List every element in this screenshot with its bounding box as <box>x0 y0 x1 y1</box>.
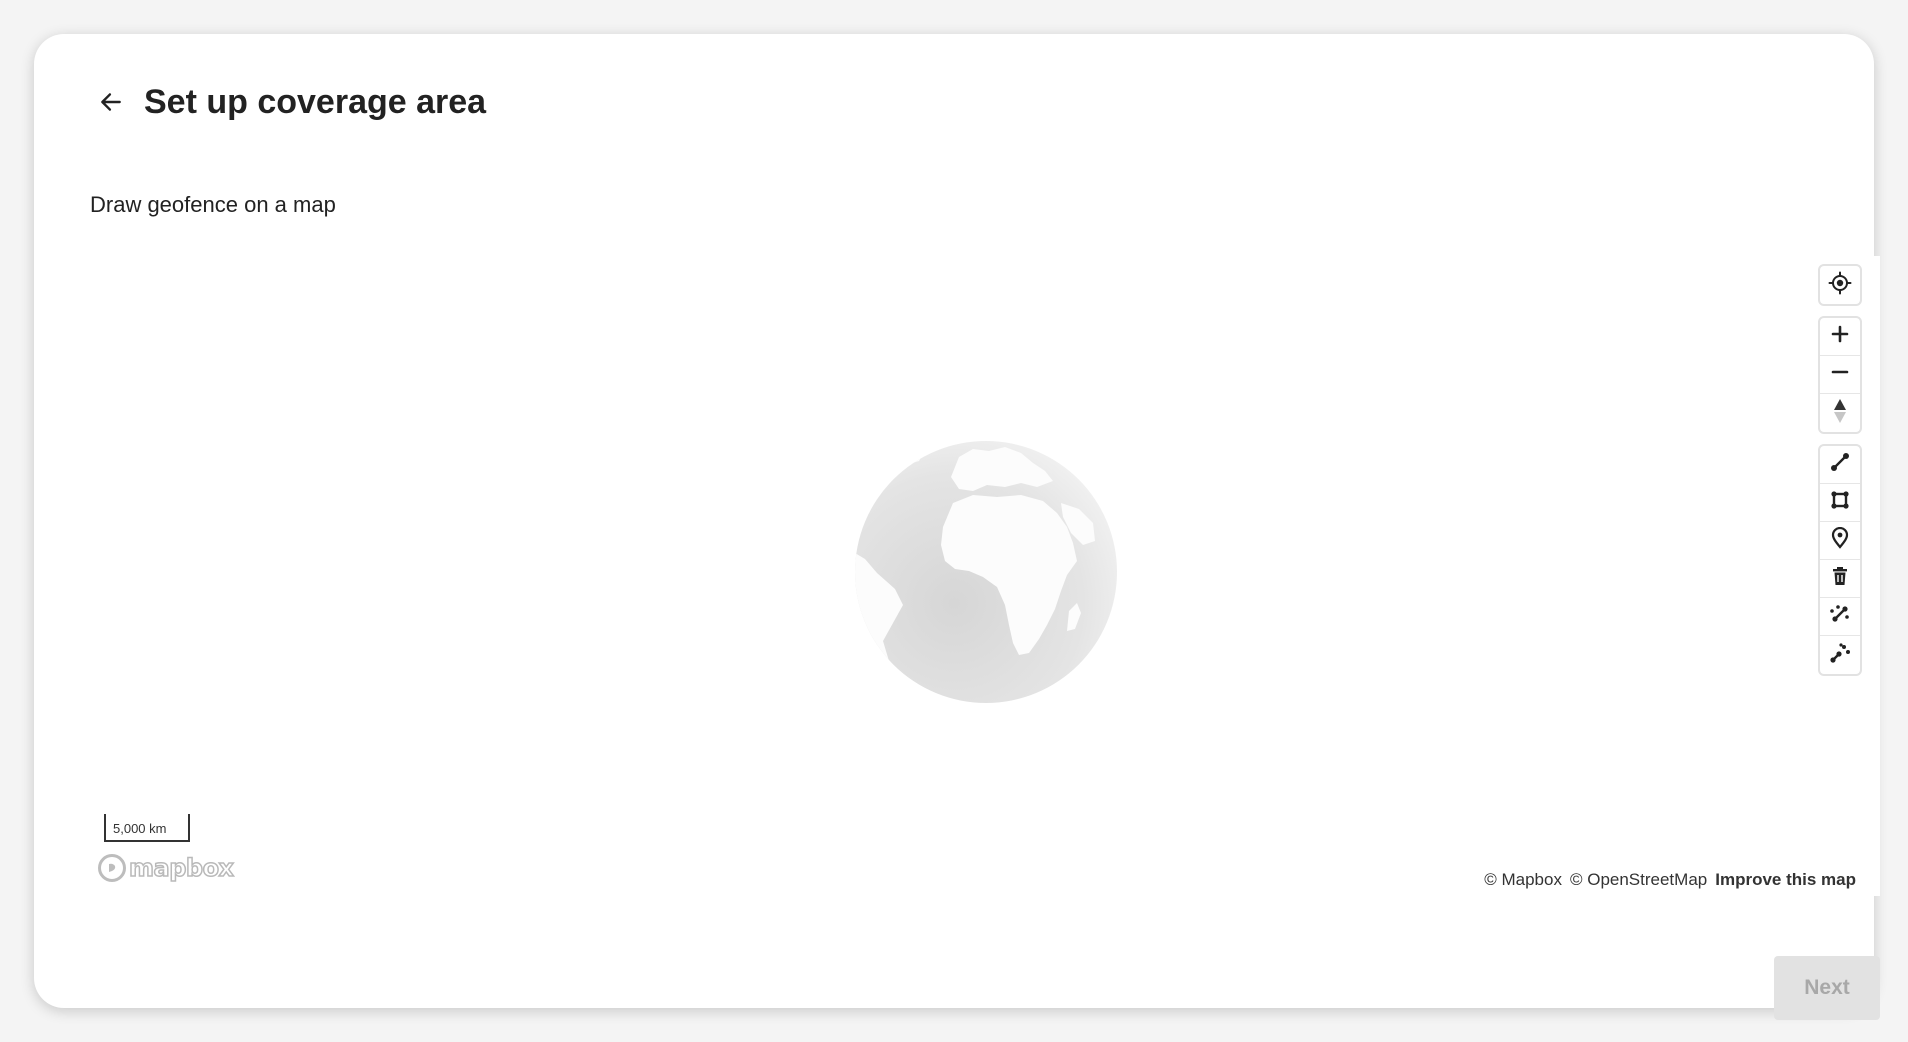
geolocate-button[interactable] <box>1820 266 1860 304</box>
combine-features-button[interactable] <box>1820 598 1860 636</box>
trash-icon <box>1830 565 1850 592</box>
uncombine-icon <box>1829 642 1851 669</box>
compass-icon <box>1832 398 1848 429</box>
page-title: Set up coverage area <box>144 83 487 121</box>
section-subtitle: Draw geofence on a map <box>90 192 336 217</box>
map-canvas[interactable]: 5,000 km mapbox © Mapbox © OpenStreetMap… <box>90 256 1880 896</box>
draw-control <box>1818 444 1862 676</box>
draw-polygon-button[interactable] <box>1820 484 1860 522</box>
map-attribution: © Mapbox © OpenStreetMap Improve this ma… <box>1484 870 1856 890</box>
plus-icon <box>1830 324 1850 349</box>
globe <box>855 441 1117 703</box>
next-button[interactable]: Next <box>1774 956 1880 1020</box>
mapbox-logo-text: mapbox <box>128 853 235 883</box>
point-marker-icon <box>1830 526 1850 554</box>
improve-map-link[interactable]: Improve this map <box>1715 870 1856 890</box>
geolocate-control <box>1818 264 1862 306</box>
draw-point-button[interactable] <box>1820 522 1860 560</box>
attribution-openstreetmap[interactable]: © OpenStreetMap <box>1570 870 1707 890</box>
coverage-setup-card: Set up coverage area Draw geofence on a … <box>34 34 1880 1020</box>
line-string-icon <box>1829 451 1851 478</box>
delete-button[interactable] <box>1820 560 1860 598</box>
geolocate-icon <box>1828 271 1852 300</box>
mapbox-logo-icon <box>98 854 126 882</box>
map-controls <box>1818 264 1862 686</box>
attribution-mapbox[interactable]: © Mapbox <box>1484 870 1562 890</box>
combine-icon <box>1829 603 1851 630</box>
minus-icon <box>1830 362 1850 387</box>
navigation-control <box>1818 316 1862 434</box>
map-scale-bar: 5,000 km <box>104 814 190 842</box>
draw-line-button[interactable] <box>1820 446 1860 484</box>
zoom-in-button[interactable] <box>1820 318 1860 356</box>
zoom-out-button[interactable] <box>1820 356 1860 394</box>
polygon-icon <box>1829 489 1851 516</box>
uncombine-features-button[interactable] <box>1820 636 1860 674</box>
back-button[interactable] <box>94 87 128 121</box>
reset-bearing-button[interactable] <box>1820 394 1860 432</box>
arrow-left-icon <box>98 89 124 120</box>
mapbox-logo[interactable]: mapbox <box>98 853 235 883</box>
